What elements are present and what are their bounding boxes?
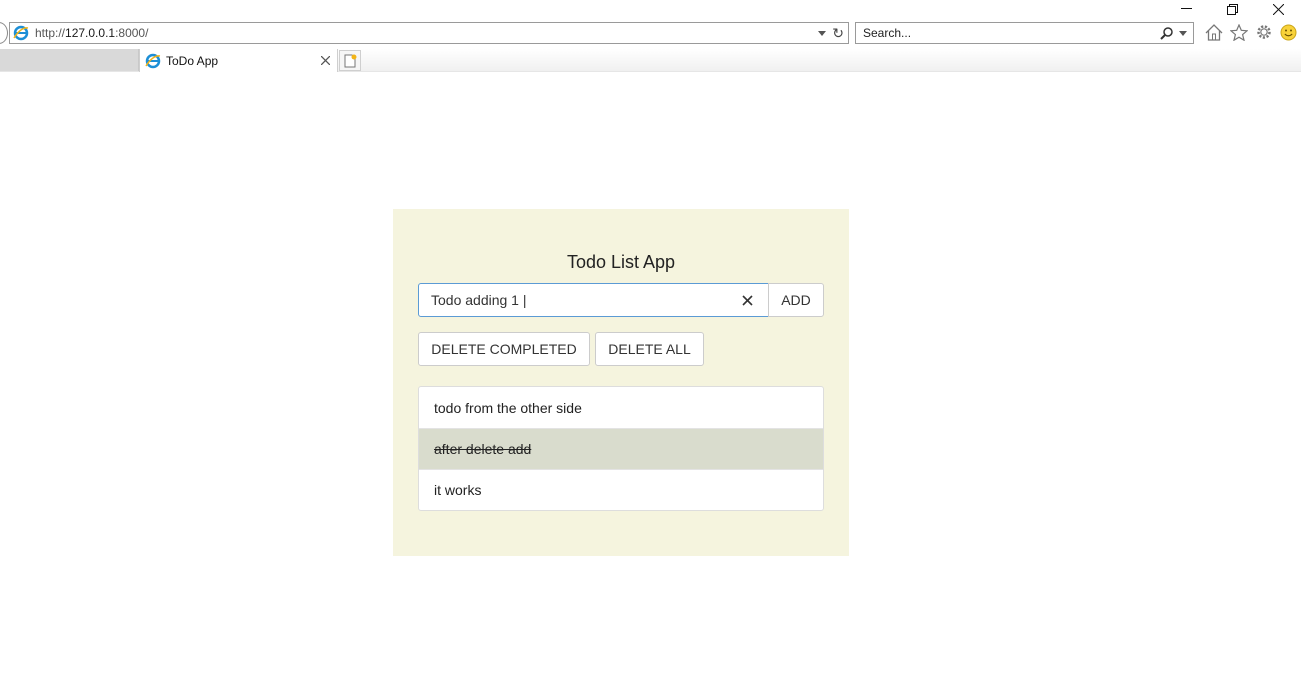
browser-chrome: http://127.0.0.1:8000/ ↻ Search... ToDo …: [0, 0, 1301, 72]
close-icon: [1272, 3, 1284, 15]
restore-button[interactable]: [1209, 0, 1255, 18]
url-text[interactable]: http://127.0.0.1:8000/: [35, 26, 818, 40]
todo-app-panel: Todo List App ADD DELETE COMPLETED DELET…: [393, 209, 849, 556]
clear-input-icon[interactable]: [734, 287, 760, 313]
new-tab-icon: [344, 54, 356, 67]
add-button[interactable]: ADD: [768, 283, 824, 317]
home-icon[interactable]: [1204, 22, 1223, 42]
tab-title: ToDo App: [166, 53, 219, 68]
search-bar[interactable]: [855, 22, 1194, 44]
restore-icon: [1226, 3, 1238, 15]
delete-all-button[interactable]: DELETE ALL: [595, 332, 704, 366]
close-tab-icon[interactable]: [318, 54, 332, 68]
todo-input[interactable]: [419, 284, 734, 316]
todo-input-field[interactable]: [418, 283, 769, 317]
url-host: 127.0.0.1: [65, 26, 116, 40]
chevron-down-icon[interactable]: [818, 30, 827, 36]
search-icon[interactable]: [1160, 26, 1173, 40]
back-button[interactable]: [0, 22, 8, 44]
todo-item[interactable]: todo from the other side: [419, 387, 823, 428]
feedback-smiley-icon[interactable]: [1279, 22, 1298, 42]
window-controls: [1163, 0, 1301, 18]
toolbar-icons: [1204, 22, 1298, 42]
address-bar[interactable]: http://127.0.0.1:8000/ ↻: [9, 22, 849, 44]
minimize-icon: [1180, 8, 1192, 9]
ie-logo-icon: [13, 25, 29, 41]
search-tools: [1160, 26, 1187, 40]
new-tab-button[interactable]: [339, 50, 361, 71]
close-window-button[interactable]: [1255, 0, 1301, 18]
search-input[interactable]: [856, 26, 1160, 40]
favorites-star-icon[interactable]: [1229, 22, 1248, 42]
gear-icon[interactable]: [1254, 22, 1273, 42]
url-prefix: http://: [35, 26, 66, 40]
ie-logo-icon: [145, 53, 161, 69]
minimize-button[interactable]: [1163, 0, 1209, 18]
todo-item-completed[interactable]: after delete add: [419, 428, 823, 469]
address-tools: ↻: [818, 26, 844, 40]
chevron-down-icon[interactable]: [1179, 30, 1187, 36]
todo-list: todo from the other side after delete ad…: [418, 386, 824, 511]
todo-item[interactable]: it works: [419, 469, 823, 510]
url-suffix: :8000/: [115, 26, 149, 40]
refresh-icon[interactable]: ↻: [832, 26, 844, 40]
tab-todo-app[interactable]: ToDo App: [139, 49, 338, 72]
delete-completed-button[interactable]: DELETE COMPLETED: [418, 332, 590, 366]
tab-strip: ToDo App: [0, 49, 1301, 72]
tab-inactive[interactable]: [0, 49, 139, 71]
page-title: Todo List App: [566, 252, 676, 272]
